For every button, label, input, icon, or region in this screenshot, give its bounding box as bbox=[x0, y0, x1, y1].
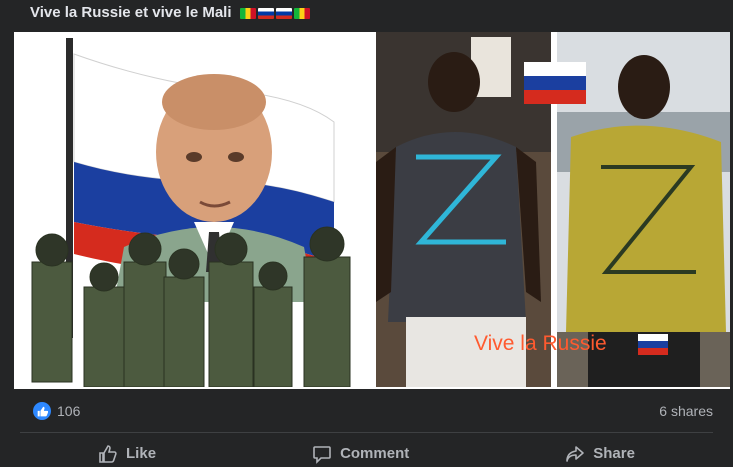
share-icon bbox=[566, 445, 585, 462]
reactions-summary[interactable]: 106 bbox=[33, 402, 80, 420]
facebook-post: Vive la Russie et vive le Mali Vive la R… bbox=[0, 0, 733, 467]
post-stats: 106 6 shares bbox=[33, 400, 713, 422]
comment-icon bbox=[313, 445, 331, 464]
caption-flags bbox=[239, 7, 310, 19]
overlay-text: Vive la Russie bbox=[474, 332, 607, 355]
post-image-right[interactable]: Vive la Russie bbox=[376, 32, 730, 387]
illustration-image bbox=[31, 38, 351, 387]
like-reaction-icon bbox=[33, 402, 51, 420]
russia-flag-icon bbox=[275, 7, 292, 19]
share-button[interactable]: Share bbox=[565, 444, 635, 464]
like-count: 106 bbox=[57, 403, 81, 419]
post-caption: Vive la Russie et vive le Mali bbox=[30, 2, 310, 24]
like-label: Like bbox=[126, 445, 157, 462]
caption-text: Vive la Russie et vive le Mali bbox=[30, 4, 232, 21]
mali-flag-icon bbox=[293, 7, 310, 19]
post-actions: Like Comment Share bbox=[20, 440, 713, 467]
share-label: Share bbox=[593, 445, 635, 462]
comment-label: Comment bbox=[340, 445, 410, 462]
thumbs-up-icon bbox=[99, 444, 117, 463]
comment-button[interactable]: Comment bbox=[312, 444, 409, 464]
post-image-left[interactable] bbox=[14, 32, 371, 387]
like-button[interactable]: Like bbox=[98, 444, 156, 464]
mali-flag-icon bbox=[239, 7, 256, 19]
share-count[interactable]: 6 shares bbox=[659, 403, 713, 419]
actions-divider bbox=[20, 432, 713, 433]
post-media[interactable]: Vive la Russie bbox=[14, 32, 730, 389]
russia-flag-icon bbox=[257, 7, 274, 19]
